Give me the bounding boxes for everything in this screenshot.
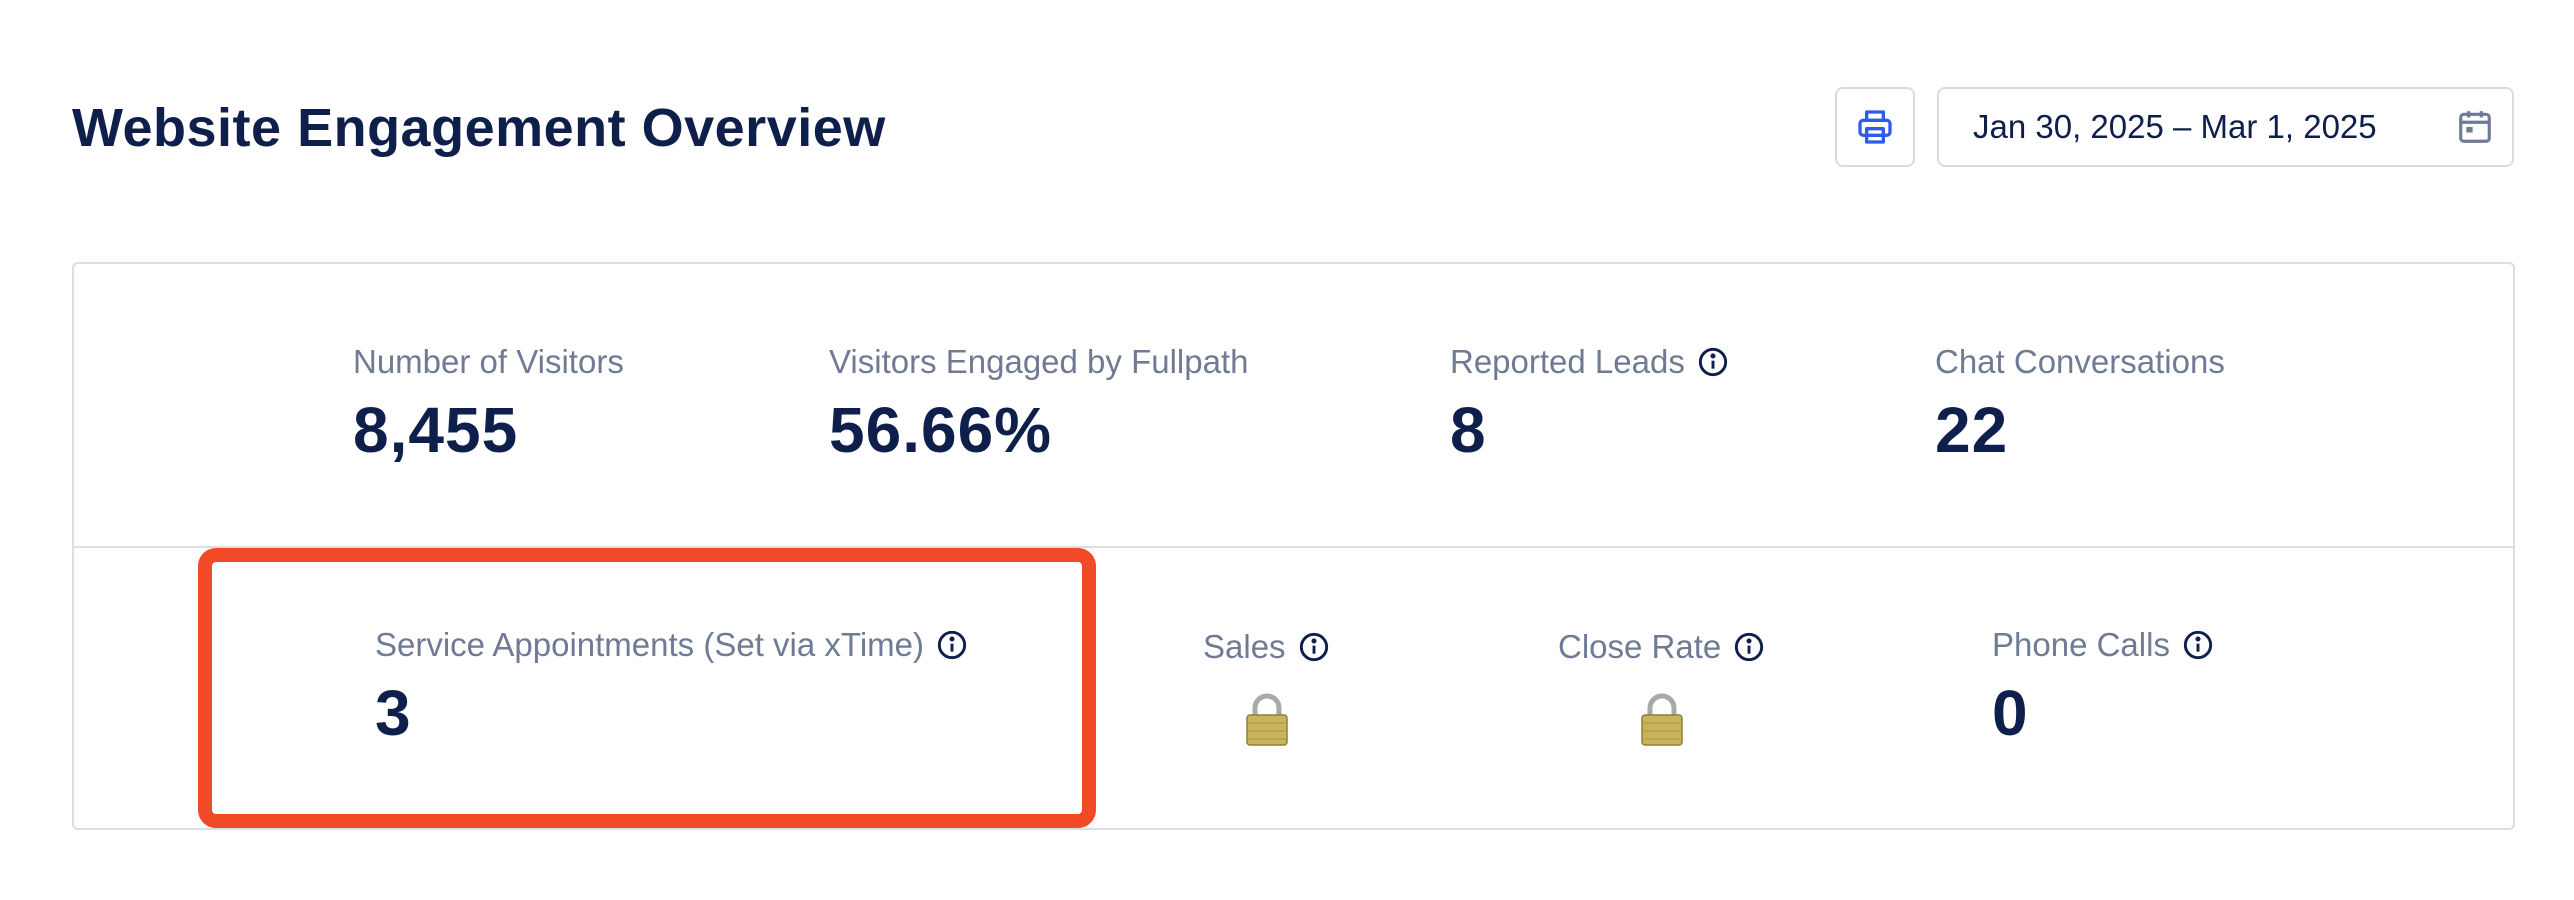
metric-number-of-visitors: Number of Visitors 8,455 <box>353 342 624 466</box>
metric-label: Reported Leads <box>1450 343 1685 380</box>
printer-icon <box>1858 110 1892 144</box>
metric-value: 0 <box>1992 677 2029 749</box>
lock-icon <box>1641 693 1683 746</box>
info-icon[interactable] <box>1697 346 1729 378</box>
metric-label: Close Rate <box>1558 628 1722 665</box>
metric-sales: Sales <box>1203 627 1330 747</box>
metrics-card: Number of Visitors 8,455 Visitors Engage… <box>72 262 2515 830</box>
metric-chat-conversations: Chat Conversations 22 <box>1935 342 2225 466</box>
metric-label: Phone Calls <box>1992 626 2170 663</box>
info-icon[interactable] <box>1298 631 1330 663</box>
metric-phone-calls: Phone Calls 0 <box>1992 625 2214 749</box>
date-range-text: Jan 30, 2025 – Mar 1, 2025 <box>1973 108 2377 145</box>
metric-service-appointments: Service Appointments (Set via xTime) 3 <box>375 625 968 749</box>
lock-icon <box>1246 693 1288 746</box>
info-icon[interactable] <box>936 629 968 661</box>
metric-label: Sales <box>1203 628 1286 665</box>
info-icon[interactable] <box>1733 631 1765 663</box>
metric-label: Chat Conversations <box>1935 343 2225 380</box>
metric-label: Visitors Engaged by Fullpath <box>829 343 1249 380</box>
metric-value: 8 <box>1450 394 1487 466</box>
page: Website Engagement Overview Jan 30, 2025… <box>0 0 2574 900</box>
calendar-icon[interactable] <box>2456 108 2494 146</box>
metric-close-rate: Close Rate <box>1558 627 1765 747</box>
metric-value: 22 <box>1935 394 2009 466</box>
metric-visitors-engaged: Visitors Engaged by Fullpath 56.66% <box>829 342 1248 466</box>
card-divider <box>74 546 2513 548</box>
metric-value: 56.66% <box>829 394 1053 466</box>
info-icon[interactable] <box>2182 629 2214 661</box>
print-button[interactable] <box>1835 87 1915 167</box>
metric-label: Service Appointments (Set via xTime) <box>375 626 924 663</box>
metric-value: 3 <box>375 677 412 749</box>
metric-reported-leads: Reported Leads 8 <box>1450 342 1729 466</box>
date-range-picker[interactable]: Jan 30, 2025 – Mar 1, 2025 <box>1937 87 2514 167</box>
metric-label: Number of Visitors <box>353 343 624 380</box>
metric-value: 8,455 <box>353 394 519 466</box>
page-title: Website Engagement Overview <box>72 98 886 158</box>
